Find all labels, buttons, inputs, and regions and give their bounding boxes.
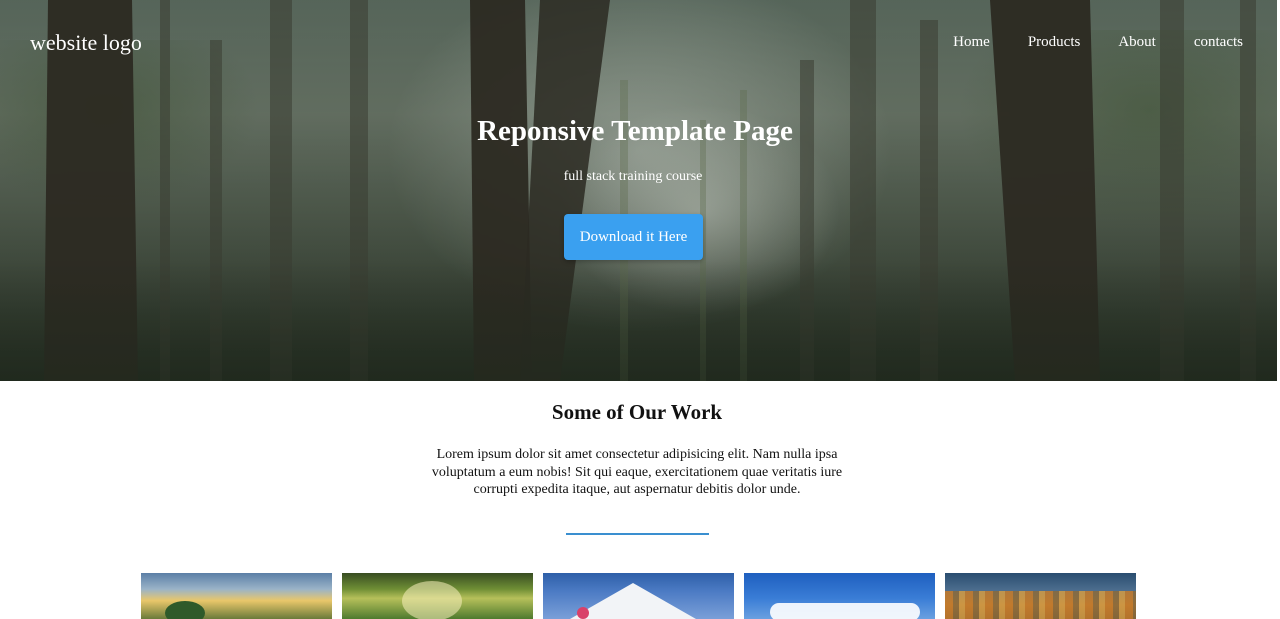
nav-about[interactable]: About (1118, 34, 1156, 51)
work-title: Some of Our Work (551, 400, 723, 424)
hero-banner: website logo Home Products About contact… (0, 0, 1277, 381)
work-gallery (141, 573, 1136, 619)
section-divider (566, 533, 709, 535)
gallery-image-autumn[interactable] (945, 573, 1136, 619)
hero-subtitle: full stack training course (563, 169, 703, 184)
gallery-image-forest[interactable] (342, 573, 533, 619)
gallery-image-mountain[interactable] (543, 573, 734, 619)
nav-home[interactable]: Home (953, 34, 990, 51)
nav-products[interactable]: Products (1028, 34, 1081, 51)
work-description: Lorem ipsum dolor sit amet consectetur a… (431, 447, 843, 497)
nav-contacts[interactable]: contacts (1194, 34, 1243, 51)
hero-title: Reponsive Template Page (477, 115, 793, 147)
hero-ground-shade (0, 261, 1277, 381)
website-logo[interactable]: website logo (30, 30, 142, 56)
main-nav: Home Products About contacts (915, 34, 1243, 51)
gallery-image-sky[interactable] (744, 573, 935, 619)
gallery-image-sunset[interactable] (141, 573, 332, 619)
download-button[interactable]: Download it Here (564, 214, 703, 260)
